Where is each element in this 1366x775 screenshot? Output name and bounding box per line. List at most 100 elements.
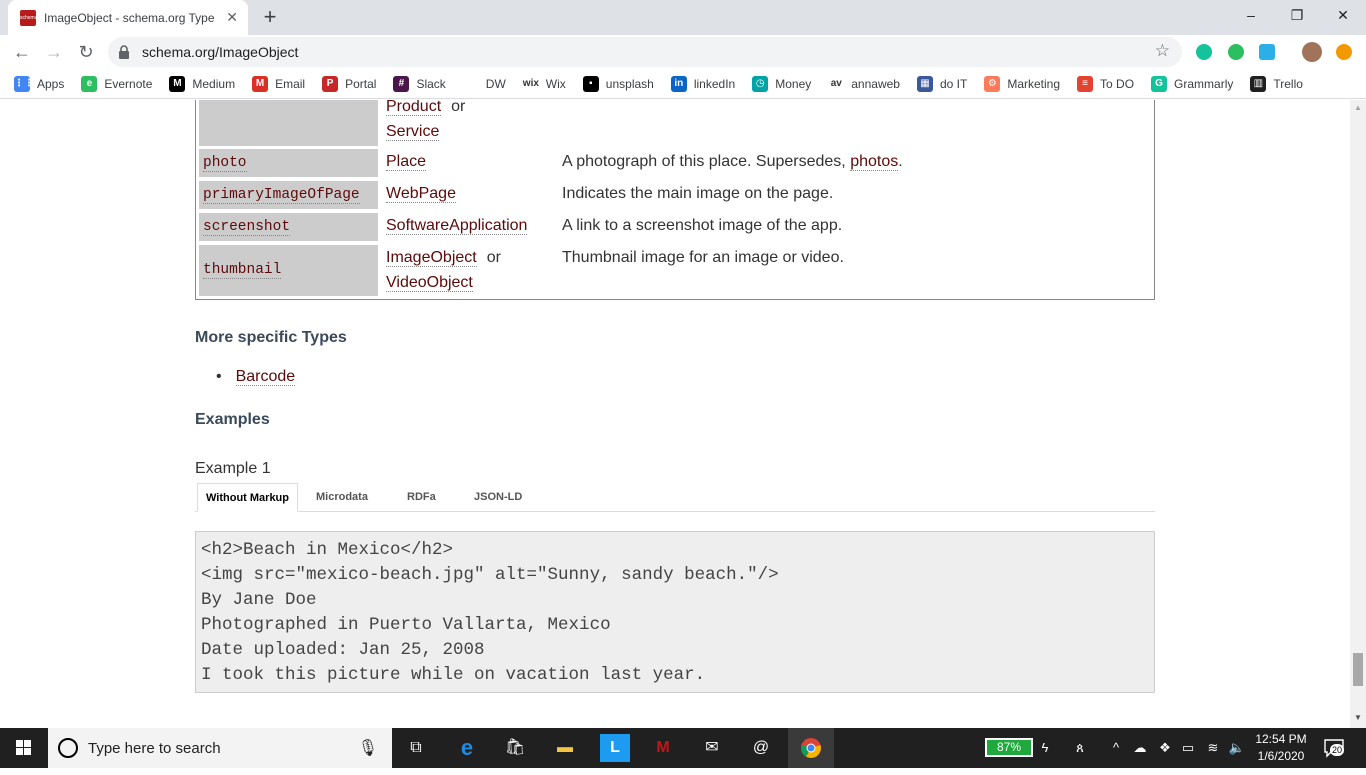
portal-icon: P bbox=[322, 75, 339, 92]
taskbar-clock[interactable]: 12:54 PM 1/6/2020 bbox=[1250, 731, 1312, 765]
email-client-icon[interactable]: @ bbox=[746, 734, 776, 762]
mcafee-icon[interactable]: M bbox=[648, 734, 678, 762]
bookmark-do-it[interactable]: ▦ do IT bbox=[916, 75, 967, 92]
address-bar[interactable]: schema.org/ImageObject ☆ bbox=[108, 37, 1182, 67]
file-explorer-icon[interactable]: ▬ bbox=[550, 734, 580, 762]
bookmark-annaweb[interactable]: av annaweb bbox=[828, 75, 900, 92]
type-link[interactable]: Service bbox=[386, 123, 440, 141]
type-link[interactable]: VideoObject bbox=[386, 274, 473, 292]
prop-cell: photo bbox=[199, 149, 378, 177]
bookmark-medium[interactable]: M Medium bbox=[169, 75, 235, 92]
people-icon[interactable]: ጰ bbox=[1070, 728, 1090, 768]
close-window-button[interactable]: ✕ bbox=[1320, 0, 1366, 30]
type-link[interactable]: WebPage bbox=[386, 185, 456, 203]
grammarly-extension-icon[interactable] bbox=[1196, 44, 1212, 60]
type-link[interactable]: Place bbox=[386, 153, 427, 171]
store-icon[interactable]: 🛍 bbox=[500, 734, 530, 762]
mail-icon[interactable]: ✉ bbox=[697, 734, 727, 762]
bookmark-slack[interactable]: # Slack bbox=[393, 75, 446, 92]
bookmark-label: unsplash bbox=[605, 76, 654, 91]
bookmark-trello[interactable]: ▥ Trello bbox=[1250, 75, 1303, 92]
volume-icon[interactable]: 🔈 bbox=[1226, 728, 1248, 768]
type-cell: WebPage bbox=[386, 181, 456, 206]
tab-rdfa[interactable]: RDFa bbox=[407, 483, 436, 512]
description-end: . bbox=[898, 153, 903, 170]
cortana-icon bbox=[58, 738, 78, 758]
bookmark-marketing[interactable]: ⚙ Marketing bbox=[984, 75, 1060, 92]
bookmark-unsplash[interactable]: ▪ unsplash bbox=[582, 75, 654, 92]
doit-grid-icon: ▦ bbox=[916, 75, 933, 92]
evernote-icon: e bbox=[81, 75, 98, 92]
schema-favicon-icon: schema.org bbox=[20, 9, 36, 26]
bookmark-money[interactable]: ◷ Money bbox=[752, 75, 811, 92]
edge-icon[interactable]: e bbox=[452, 734, 482, 762]
onedrive-icon[interactable]: ☁ bbox=[1130, 728, 1150, 768]
bookmark-linkedin[interactable]: in linkedIn bbox=[670, 75, 735, 92]
description-text: A link to a screenshot image of the app. bbox=[562, 217, 843, 234]
scroll-down-icon[interactable]: ▼ bbox=[1354, 713, 1362, 722]
scrollbar-thumb[interactable] bbox=[1353, 653, 1363, 686]
taskbar: Type here to search 🎙 ⧉ e 🛍 ▬ L M ✉ @ 87… bbox=[0, 728, 1366, 768]
code-line: By Jane Doe bbox=[201, 590, 317, 610]
property-link[interactable]: photo bbox=[203, 155, 247, 172]
medium-icon: M bbox=[169, 75, 186, 92]
evernote-extension-icon[interactable] bbox=[1228, 44, 1244, 60]
property-link[interactable]: screenshot bbox=[203, 219, 291, 236]
barcode-link[interactable]: Barcode bbox=[235, 368, 296, 386]
clock-date: 1/6/2020 bbox=[1257, 749, 1305, 763]
new-tab-button[interactable]: + bbox=[258, 5, 282, 29]
property-link[interactable]: primaryImageOfPage bbox=[203, 187, 360, 204]
bookmark-label: Wix bbox=[545, 76, 566, 91]
taskbar-search-input[interactable]: Type here to search 🎙 bbox=[48, 728, 392, 768]
code-line: <h2>Beach in Mexico</h2> bbox=[201, 540, 454, 560]
notifications-button[interactable]: 20 bbox=[1322, 738, 1346, 760]
bookmark-apps[interactable]: ⋮⋮ Apps bbox=[14, 75, 64, 92]
trello-icon: ▥ bbox=[1250, 75, 1267, 92]
extension-icon[interactable] bbox=[1259, 44, 1275, 60]
photos-link[interactable]: photos bbox=[850, 153, 899, 171]
examples-heading: Examples bbox=[195, 411, 270, 428]
example-code-block: <h2>Beach in Mexico</h2> <img src="mexic… bbox=[195, 531, 1155, 693]
tab-close-icon[interactable]: ✕ bbox=[226, 9, 238, 26]
reload-button[interactable]: ↻ bbox=[74, 40, 98, 64]
page-scrollbar[interactable]: ▲ ▼ bbox=[1350, 100, 1366, 728]
battery-indicator[interactable]: 87% bbox=[985, 738, 1033, 757]
bookmark-star-icon[interactable]: ☆ bbox=[1155, 41, 1170, 61]
tab-json-ld[interactable]: JSON-LD bbox=[474, 483, 522, 512]
tab-microdata[interactable]: Microdata bbox=[316, 483, 368, 512]
microphone-icon[interactable]: 🎙 bbox=[358, 738, 378, 758]
type-link[interactable]: ImageObject bbox=[386, 249, 477, 267]
bookmark-label: Slack bbox=[416, 76, 446, 91]
bookmark-evernote[interactable]: e Evernote bbox=[81, 75, 152, 92]
l-app-icon[interactable]: L bbox=[600, 734, 630, 762]
type-cell: ImageObject or VideoObject bbox=[386, 245, 501, 295]
property-link[interactable]: thumbnail bbox=[203, 262, 282, 279]
update-alert-icon[interactable] bbox=[1336, 44, 1352, 60]
avatar[interactable] bbox=[1302, 42, 1322, 62]
bookmark-grammarly[interactable]: G Grammarly bbox=[1151, 75, 1233, 92]
task-view-icon[interactable]: ⧉ bbox=[401, 734, 431, 762]
restore-button[interactable]: ❐ bbox=[1274, 0, 1320, 30]
power-icon[interactable]: ▭ bbox=[1178, 728, 1198, 768]
type-link[interactable]: SoftwareApplication bbox=[386, 217, 528, 235]
bookmark-wix[interactable]: wix Wix bbox=[522, 75, 566, 92]
chrome-taskbar-icon[interactable] bbox=[788, 728, 834, 768]
bookmark-to-do[interactable]: ≡ To DO bbox=[1077, 75, 1134, 92]
browser-tab[interactable]: schema.org ImageObject - schema.org Type… bbox=[8, 0, 248, 35]
tray-chevron-icon[interactable]: ^ bbox=[1108, 728, 1124, 768]
prop-cell-empty bbox=[199, 100, 378, 146]
page-content: Product or Service photo Place A photogra… bbox=[0, 100, 1350, 728]
back-button[interactable]: ← bbox=[10, 40, 34, 64]
scroll-up-icon[interactable]: ▲ bbox=[1354, 103, 1362, 112]
bookmark-dw[interactable]: DW bbox=[462, 75, 506, 92]
bookmark-portal[interactable]: P Portal bbox=[322, 75, 376, 92]
type-link[interactable]: Product bbox=[386, 100, 442, 116]
dropbox-icon[interactable]: ❖ bbox=[1155, 728, 1175, 768]
bookmark-email[interactable]: M Email bbox=[252, 75, 305, 92]
tab-without-markup[interactable]: Without Markup bbox=[197, 483, 298, 512]
minimize-button[interactable]: – bbox=[1228, 0, 1274, 30]
windows-start-icon[interactable] bbox=[0, 728, 48, 768]
code-line: <img src="mexico-beach.jpg" alt="Sunny, … bbox=[201, 565, 779, 585]
forward-button[interactable]: → bbox=[42, 40, 66, 64]
wifi-icon[interactable]: ≋ bbox=[1202, 728, 1224, 768]
